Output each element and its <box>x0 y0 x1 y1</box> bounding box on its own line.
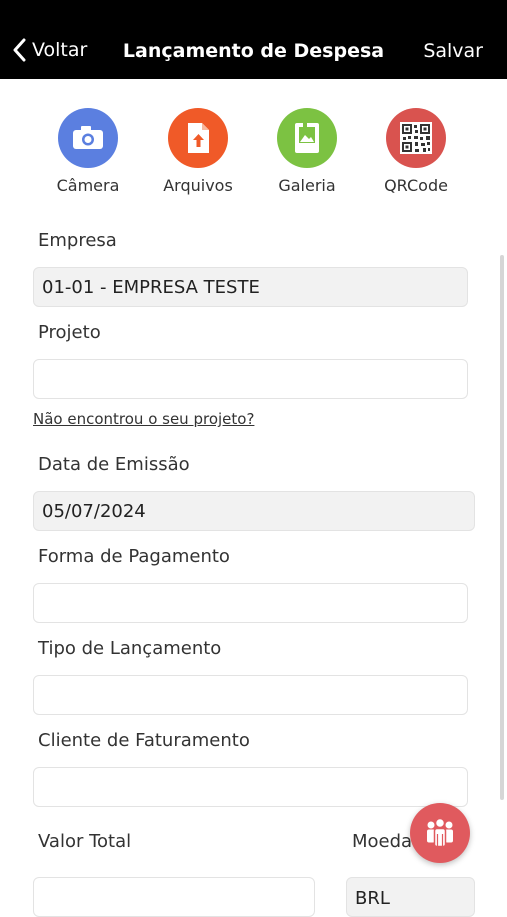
scrollbar[interactable] <box>500 255 504 800</box>
gallery-label: Galeria <box>278 176 336 195</box>
forma-pagamento-field[interactable] <box>33 583 468 623</box>
qrcode-label: QRCode <box>384 176 448 195</box>
empresa-label: Empresa <box>38 230 117 251</box>
cliente-faturamento-field[interactable] <box>33 767 468 807</box>
gallery-button[interactable]: Galeria <box>257 108 357 195</box>
top-bar: Voltar Lançamento de Despesa Salvar <box>0 0 507 79</box>
files-label: Arquivos <box>163 176 233 195</box>
valor-total-field[interactable] <box>33 877 315 917</box>
gallery-icon <box>277 108 337 168</box>
moeda-field[interactable]: BRL <box>346 877 475 917</box>
attachment-actions: Câmera Arquivos Galeria QRCode <box>0 108 507 203</box>
qrcode-button[interactable]: QRCode <box>366 108 466 195</box>
data-emissao-label: Data de Emissão <box>38 454 190 475</box>
valor-total-label: Valor Total <box>38 831 132 852</box>
camera-label: Câmera <box>56 176 120 195</box>
tipo-lancamento-field[interactable] <box>33 675 468 715</box>
moeda-label: Moeda <box>352 831 413 852</box>
file-upload-icon <box>168 108 228 168</box>
projeto-not-found-link[interactable]: Não encontrou o seu projeto? <box>33 410 254 428</box>
data-emissao-value: 05/07/2024 <box>42 500 146 522</box>
data-emissao-field[interactable]: 05/07/2024 <box>33 491 475 531</box>
cliente-faturamento-label: Cliente de Faturamento <box>38 730 250 751</box>
files-button[interactable]: Arquivos <box>148 108 248 195</box>
camera-icon <box>58 108 118 168</box>
save-button[interactable]: Salvar <box>423 40 483 62</box>
empresa-field[interactable]: 01-01 - EMPRESA TESTE <box>33 267 468 307</box>
tipo-lancamento-label: Tipo de Lançamento <box>38 638 222 659</box>
forma-pagamento-label: Forma de Pagamento <box>38 546 230 567</box>
qrcode-icon <box>386 108 446 168</box>
projeto-label: Projeto <box>38 322 101 343</box>
team-fab-button[interactable] <box>410 803 470 863</box>
moeda-value: BRL <box>355 888 390 909</box>
empresa-value: 01-01 - EMPRESA TESTE <box>42 276 260 298</box>
camera-button[interactable]: Câmera <box>38 108 138 195</box>
projeto-field[interactable] <box>33 359 468 399</box>
team-icon <box>427 817 453 848</box>
